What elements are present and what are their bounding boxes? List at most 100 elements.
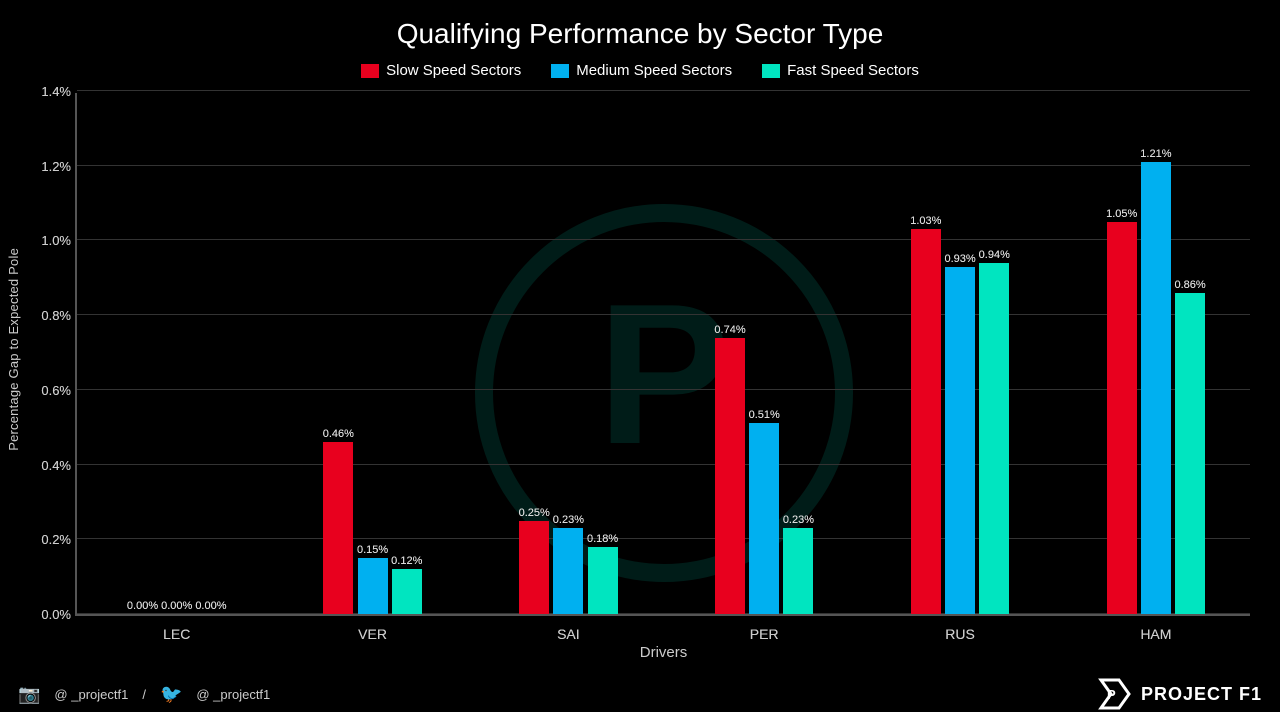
driver-name-ver: VER (358, 626, 387, 642)
legend-item-fast: Fast Speed Sectors (762, 62, 919, 79)
bar-medium (1141, 162, 1171, 614)
instagram-icon: 📷 (18, 684, 40, 705)
bar-fast-label: 0.23% (783, 514, 814, 526)
legend-item-medium: Medium Speed Sectors (551, 62, 732, 79)
social-handle-2: @ _projectf1 (196, 687, 270, 702)
bar-fast (392, 569, 422, 614)
y-tick-label: 0.2% (41, 532, 71, 547)
bar-medium-label: 0.23% (553, 514, 584, 526)
bar-fast-wrap: 0.18% (587, 533, 618, 614)
driver-name-rus: RUS (945, 626, 975, 642)
y-tick-label: 0.6% (41, 383, 71, 398)
bar-slow (323, 442, 353, 614)
footer: 📷 @ _projectf1 / 🐦 @ _projectf1 P PROJEC… (0, 676, 1280, 712)
bar-fast-wrap: 0.12% (391, 555, 422, 614)
bar-medium (945, 267, 975, 614)
brand-name: PROJECT F1 (1141, 684, 1262, 705)
bar-medium-wrap: 0.23% (553, 514, 584, 614)
bar-medium-label: 0.00% (161, 600, 192, 612)
legend-item-slow: Slow Speed Sectors (361, 62, 521, 79)
x-axis-title: Drivers (640, 644, 688, 662)
bar-fast (1175, 293, 1205, 614)
svg-text:P: P (1107, 687, 1116, 702)
social-handle-1: @ _projectf1 (54, 687, 128, 702)
brand-logo: P PROJECT F1 (1097, 676, 1262, 712)
legend-label-medium: Medium Speed Sectors (576, 62, 732, 79)
bar-medium-label: 1.21% (1140, 148, 1171, 160)
bar-slow-wrap: 0.25% (519, 507, 550, 614)
bar-slow-label: 0.00% (127, 600, 158, 612)
bar-slow-label: 0.74% (714, 324, 745, 336)
grid-line (77, 90, 1250, 91)
bar-fast-label: 0.00% (195, 600, 226, 612)
driver-group: 0.74%0.51%0.23%PER (714, 324, 814, 614)
legend: Slow Speed Sectors Medium Speed Sectors … (0, 56, 1280, 83)
bar-fast-label: 0.86% (1174, 279, 1205, 291)
driver-group: 0.25%0.23%0.18%SAI (519, 507, 619, 614)
bars-wrapper: 0.00%0.00%0.00%LEC0.46%0.15%0.12%VER0.25… (77, 93, 1250, 614)
bar-medium-wrap: 0.51% (749, 409, 780, 614)
driver-group: 1.05%1.21%0.86%HAM (1106, 148, 1206, 614)
legend-swatch-fast (762, 64, 780, 78)
bar-medium-wrap: 0.00% (161, 600, 192, 614)
bar-fast-wrap: 0.23% (783, 514, 814, 614)
legend-label-fast: Fast Speed Sectors (787, 62, 919, 79)
bar-medium-wrap: 0.93% (944, 253, 975, 614)
y-tick-label: 0.0% (41, 607, 71, 622)
bar-medium-label: 0.93% (944, 253, 975, 265)
bar-fast (783, 528, 813, 614)
y-tick-label: 1.4% (41, 84, 71, 99)
driver-group: 0.00%0.00%0.00%LEC (127, 600, 227, 614)
bar-fast-wrap: 0.94% (979, 249, 1010, 614)
bar-slow-wrap: 0.46% (323, 428, 354, 614)
bar-fast (588, 547, 618, 614)
driver-name-lec: LEC (163, 626, 190, 642)
bar-fast-wrap: 0.86% (1174, 279, 1205, 614)
bar-slow (1107, 222, 1137, 614)
driver-name-ham: HAM (1140, 626, 1171, 642)
bar-slow-wrap: 0.00% (127, 600, 158, 614)
bar-slow (715, 338, 745, 614)
bar-slow-label: 0.46% (323, 428, 354, 440)
bar-slow-wrap: 1.03% (910, 215, 941, 614)
bar-fast-wrap: 0.00% (195, 600, 226, 614)
brand-icon: P (1097, 676, 1133, 712)
y-tick-label: 1.2% (41, 159, 71, 174)
chart-area: Percentage Gap to Expected Pole P 0.00%0… (0, 83, 1280, 676)
bar-slow (911, 229, 941, 614)
bar-fast-label: 0.94% (979, 249, 1010, 261)
y-tick-label: 1.0% (41, 233, 71, 248)
bar-slow-wrap: 1.05% (1106, 208, 1137, 614)
bar-slow-label: 0.25% (519, 507, 550, 519)
bar-slow-label: 1.05% (1106, 208, 1137, 220)
bar-fast-label: 0.12% (391, 555, 422, 567)
twitter-icon: 🐦 (160, 684, 182, 705)
bar-slow-wrap: 0.74% (714, 324, 745, 614)
y-tick-label: 0.4% (41, 458, 71, 473)
bar-medium-label: 0.15% (357, 544, 388, 556)
driver-name-sai: SAI (557, 626, 580, 642)
driver-name-per: PER (750, 626, 779, 642)
bar-medium-label: 0.51% (749, 409, 780, 421)
legend-swatch-medium (551, 64, 569, 78)
driver-group: 0.46%0.15%0.12%VER (323, 428, 423, 614)
chart-container: Qualifying Performance by Sector Type Sl… (0, 0, 1280, 712)
bar-slow-label: 1.03% (910, 215, 941, 227)
bar-medium-wrap: 0.15% (357, 544, 388, 614)
bar-medium (358, 558, 388, 614)
plot-area: P 0.00%0.00%0.00%LEC0.46%0.15%0.12%VER0.… (75, 93, 1250, 616)
bar-medium (749, 423, 779, 614)
bar-slow (519, 521, 549, 614)
legend-swatch-slow (361, 64, 379, 78)
bar-fast-label: 0.18% (587, 533, 618, 545)
driver-group: 1.03%0.93%0.94%RUS (910, 215, 1010, 614)
legend-label-slow: Slow Speed Sectors (386, 62, 521, 79)
y-axis-label: Percentage Gap to Expected Pole (6, 248, 21, 451)
bar-fast (979, 263, 1009, 614)
chart-title: Qualifying Performance by Sector Type (0, 0, 1280, 56)
footer-social: 📷 @ _projectf1 / 🐦 @ _projectf1 (18, 684, 270, 705)
bar-medium (553, 528, 583, 614)
grid-line (77, 90, 1250, 91)
y-tick-label: 0.8% (41, 308, 71, 323)
bar-medium-wrap: 1.21% (1140, 148, 1171, 614)
